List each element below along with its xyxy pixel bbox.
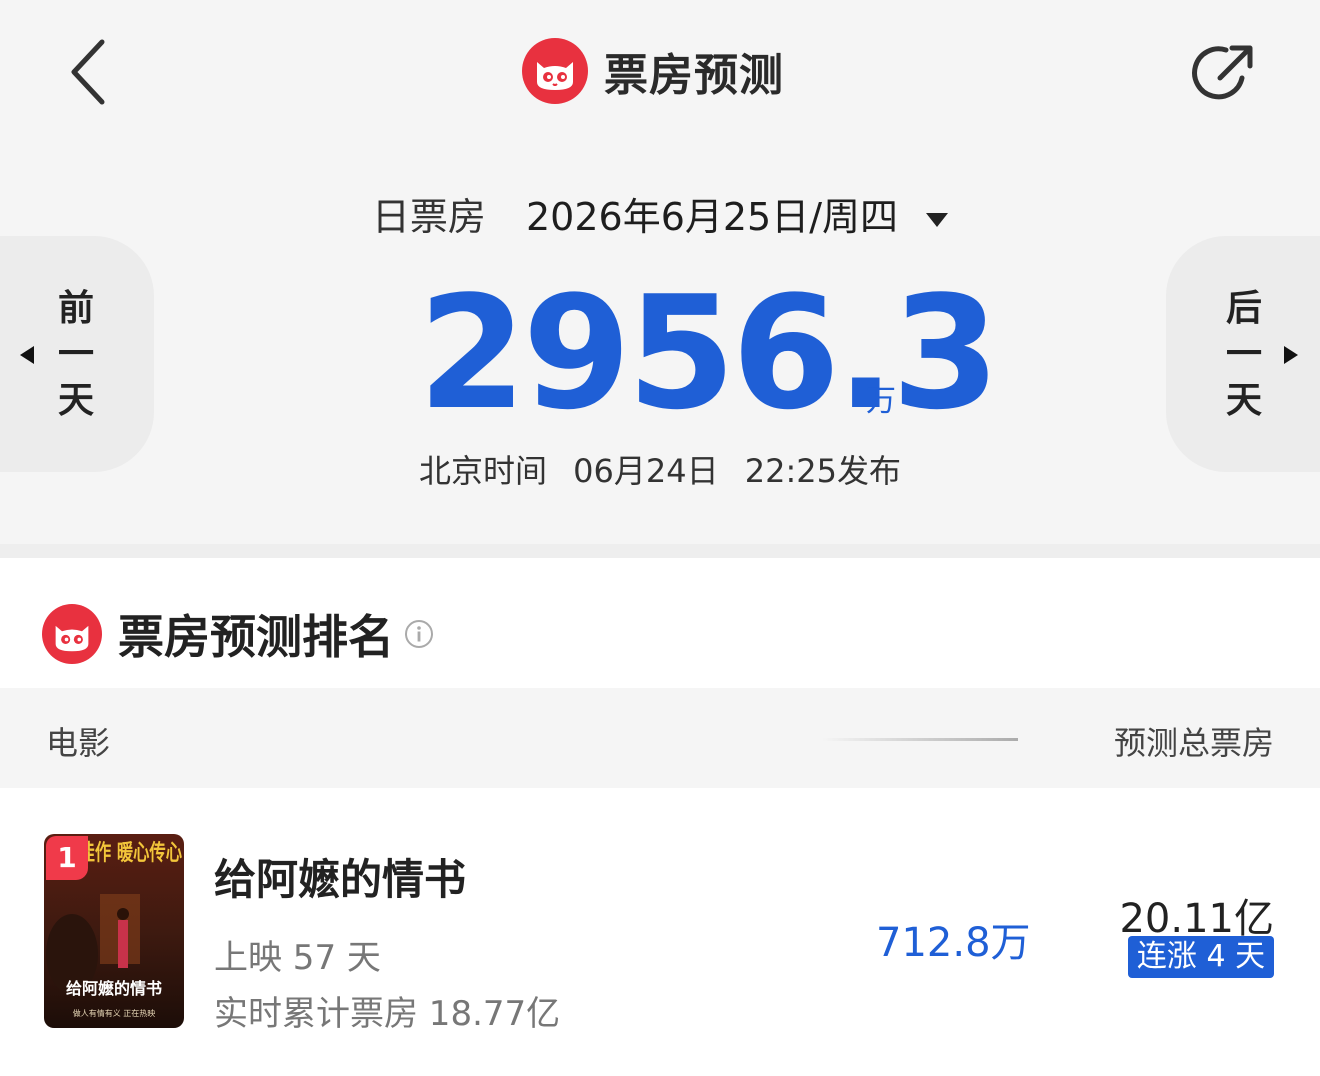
triangle-left-icon [20, 346, 34, 364]
publish-info: 北京时间 06月24日 22:25发布 [0, 446, 1320, 492]
caret-down-icon[interactable] [926, 212, 949, 227]
ranking-title: 票房预测排名 [118, 610, 394, 664]
days-showing: 上映 57 天 [214, 938, 381, 978]
realtime-cumulative: 实时累计票房 18.77亿 [214, 994, 561, 1034]
rank-badge: 1 [46, 836, 88, 880]
prev-day-label: 前 一 天 [57, 288, 94, 421]
poster-subtitle: 做人有情有义 正在热映 [73, 1008, 156, 1018]
prev-day-button[interactable]: 前 一 天 [0, 236, 154, 472]
forecast-daily: 712.8万 [876, 920, 1031, 966]
top-bar: 票房预测 [0, 0, 1320, 150]
streak-badge: 连涨 4 天 [1128, 936, 1274, 978]
ranking-column-header: 电影 预测总票房 [0, 688, 1320, 788]
column-movie: 电影 [46, 724, 111, 762]
publish-timezone: 北京时间 [418, 452, 547, 490]
poster-title: 给阿嬷的情书 [66, 979, 162, 998]
box-office-unit: 万 [866, 384, 896, 419]
box-office-value: 2956.3 [418, 262, 1000, 444]
chevron-left-icon [71, 39, 105, 105]
cat-logo-icon [522, 38, 588, 104]
next-day-label: 后 一 天 [1225, 288, 1262, 421]
next-day-button[interactable]: 后 一 天 [1166, 236, 1320, 472]
app-title-group: 票房预测 [522, 38, 784, 104]
publish-time: 22:25发布 [744, 452, 902, 490]
back-button[interactable] [60, 34, 120, 110]
share-button[interactable] [1190, 38, 1260, 108]
daily-box-office-summary: 日票房 2026年6月25日/周四 前 一 天 2956.3 万 后 一 天 北… [0, 150, 1320, 544]
movie-row[interactable]: 口碑佳作 暖心传心 给阿嬷的情书 做人有情有义 正在热映 1 给阿嬷的情书 上映… [0, 790, 1320, 1076]
faded-divider [822, 738, 1018, 741]
ranking-header: 票房预测排名 [42, 602, 434, 666]
cat-logo-icon [42, 604, 102, 664]
column-forecast-total: 预测总票房 [1113, 724, 1274, 762]
movie-title: 给阿嬷的情书 [214, 855, 467, 904]
section-divider [0, 544, 1320, 558]
triangle-right-icon [1284, 346, 1298, 364]
date-selector[interactable]: 2026年6月25日/周四 [526, 195, 898, 239]
publish-date: 06月24日 [573, 452, 719, 490]
date-row: 日票房 2026年6月25日/周四 [0, 186, 1320, 241]
date-label: 日票房 [371, 195, 486, 239]
info-icon[interactable] [404, 619, 434, 649]
share-icon [1192, 45, 1253, 100]
page-title: 票房预测 [604, 50, 784, 101]
